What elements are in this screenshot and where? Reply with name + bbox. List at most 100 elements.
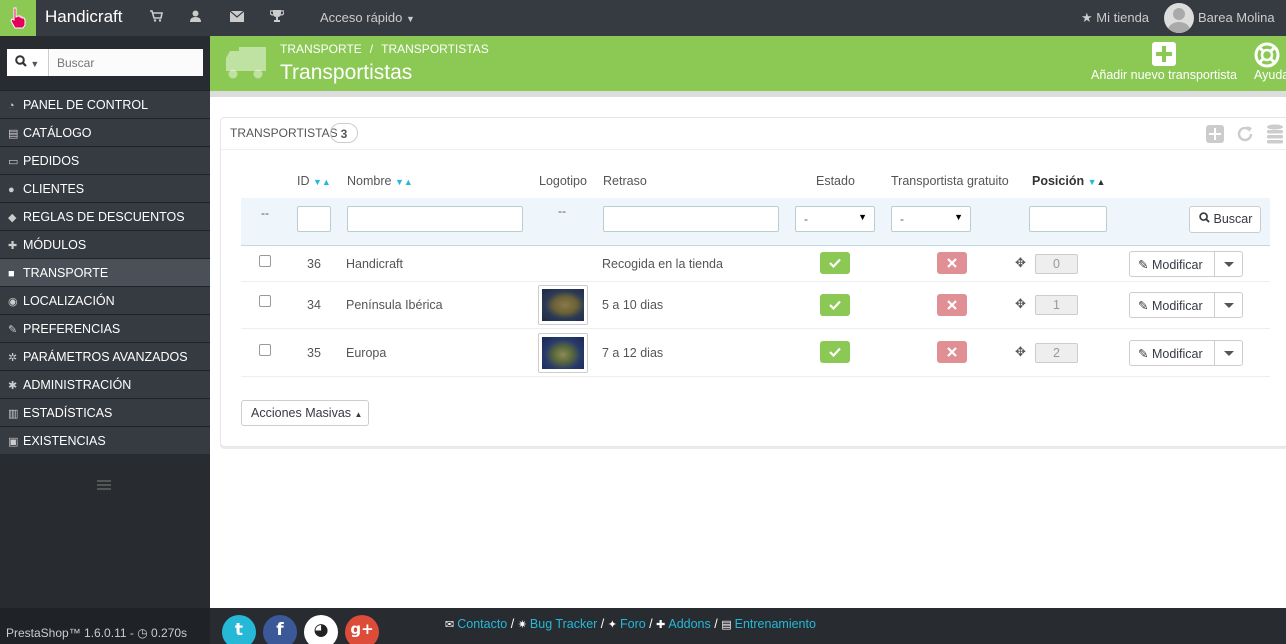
filter-status-select[interactable]: - ▼ xyxy=(795,206,875,232)
user-icon[interactable] xyxy=(190,10,201,25)
bug-icon: ✷ xyxy=(517,619,527,631)
collapse-menu-icon[interactable] xyxy=(97,480,111,490)
training-link[interactable]: Entrenamiento xyxy=(735,617,816,631)
sort-asc-icon[interactable]: ▲ xyxy=(1097,177,1106,187)
free-shipping-toggle[interactable] xyxy=(937,294,967,316)
col-header-logo: Logotipo xyxy=(539,174,587,188)
refresh-icon[interactable] xyxy=(1236,123,1262,145)
sidebar-item-cart-rules[interactable]: ◆ REGLAS DE DESCUENTOS xyxy=(0,202,210,230)
row-checkbox[interactable] xyxy=(259,295,271,307)
drag-move-icon[interactable]: ✥ xyxy=(1015,344,1026,360)
avatar[interactable] xyxy=(1164,3,1194,33)
sort-icon[interactable]: ▼▲ xyxy=(395,177,413,187)
search-input[interactable] xyxy=(50,49,203,76)
forum-link[interactable]: Foro xyxy=(620,617,646,631)
bulk-actions-button[interactable]: Acciones Masivas ▲ xyxy=(241,400,369,426)
edit-button[interactable]: ✎ Modificar xyxy=(1129,292,1215,318)
version-text: PrestaShop™ 1.6.0.11 - xyxy=(6,626,138,640)
col-header-delay: Retraso xyxy=(603,174,647,188)
col-header-free: Transportista gratuito xyxy=(891,174,1009,188)
book-icon: ▤ xyxy=(8,128,19,140)
globe-icon: ◉ xyxy=(8,296,18,308)
sidebar-item-localization[interactable]: ◉ LOCALIZACIÓN xyxy=(0,286,210,314)
edit-button[interactable]: ✎ Modificar xyxy=(1129,340,1215,366)
addons-link[interactable]: Addons xyxy=(668,617,710,631)
twitter-icon[interactable]: t xyxy=(222,615,256,644)
sort-desc-icon[interactable]: ▼ xyxy=(1088,177,1097,187)
shop-name[interactable]: Handicraft xyxy=(45,7,122,27)
contact-link[interactable]: Contacto xyxy=(457,617,507,631)
carrier-name: Handicraft xyxy=(346,257,403,271)
search-button[interactable]: Buscar xyxy=(1189,206,1261,233)
table-row xyxy=(241,329,1270,377)
sidebar-item-advanced-parameters[interactable]: ✲ PARÁMETROS AVANZADOS xyxy=(0,342,210,370)
breadcrumb-item[interactable]: TRANSPORTISTAS xyxy=(381,42,489,56)
edit-button[interactable]: ✎ Modificar xyxy=(1129,251,1215,277)
sidebar-item-shipping[interactable]: ■ TRANSPORTE xyxy=(0,258,210,286)
google-plus-icon[interactable]: g+ xyxy=(345,615,379,644)
page-title: Transportistas xyxy=(280,61,413,84)
add-new-carrier-button[interactable]: Añadir nuevo transportista xyxy=(1089,42,1239,82)
check-icon xyxy=(829,258,841,268)
filter-id-input[interactable] xyxy=(297,206,331,232)
row-actions-dropdown[interactable] xyxy=(1214,340,1243,366)
trophy-icon[interactable] xyxy=(269,10,285,25)
sidebar-item-dashboard[interactable]: ◔ PANEL DE CONTROL xyxy=(0,90,210,118)
filter-delay-input[interactable] xyxy=(603,206,779,232)
free-shipping-toggle[interactable] xyxy=(937,341,967,363)
search-type-button[interactable]: ▼ xyxy=(7,49,49,76)
facebook-icon[interactable]: f xyxy=(263,615,297,644)
col-header-position[interactable]: Posición ▼▲ xyxy=(1032,174,1105,188)
status-enabled-toggle[interactable] xyxy=(820,341,850,363)
breadcrumb-item[interactable]: TRANSPORTE xyxy=(280,42,362,56)
add-icon[interactable] xyxy=(1206,123,1232,145)
status-enabled-toggle[interactable] xyxy=(820,294,850,316)
sidebar-item-label: LOCALIZACIÓN xyxy=(23,294,115,308)
free-shipping-toggle[interactable] xyxy=(937,252,967,274)
sidebar-item-administration[interactable]: ✱ ADMINISTRACIÓN xyxy=(0,370,210,398)
row-actions-dropdown[interactable] xyxy=(1214,251,1243,277)
col-header-id[interactable]: ID ▼▲ xyxy=(297,174,331,188)
sidebar-item-orders[interactable]: ▭ PEDIDOS xyxy=(0,146,210,174)
filter-position-input[interactable] xyxy=(1029,206,1107,232)
hand-pointer-icon xyxy=(10,7,26,29)
filter-free-select[interactable]: - ▼ xyxy=(891,206,971,232)
envelope-icon[interactable] xyxy=(229,10,245,25)
bug-tracker-link[interactable]: Bug Tracker xyxy=(530,617,597,631)
search-button-label: Buscar xyxy=(1213,212,1253,226)
sidebar-item-preferences[interactable]: ✎ PREFERENCIAS xyxy=(0,314,210,342)
row-checkbox[interactable] xyxy=(259,344,271,356)
row-checkbox[interactable] xyxy=(259,255,271,267)
drag-move-icon[interactable]: ✥ xyxy=(1015,296,1026,312)
drag-move-icon[interactable]: ✥ xyxy=(1015,255,1026,271)
check-icon xyxy=(829,347,841,357)
check-icon xyxy=(829,300,841,310)
col-header-name[interactable]: Nombre ▼▲ xyxy=(347,174,413,188)
footer: PrestaShop™ 1.6.0.11 - ◷ 0.270s t f ◕ g+… xyxy=(0,608,1286,644)
edit-button-group: ✎ Modificar xyxy=(1129,340,1243,366)
sidebar-search: ▼ xyxy=(7,49,203,76)
sidebar-item-label: PREFERENCIAS xyxy=(23,322,121,336)
caret-up-icon: ▲ xyxy=(354,410,363,419)
filter-name-input[interactable] xyxy=(347,206,523,232)
sidebar-item-catalog[interactable]: ▤ CATÁLOGO xyxy=(0,118,210,146)
quick-access-dropdown[interactable]: Acceso rápido ▼ xyxy=(320,10,415,25)
sort-icon[interactable]: ▼▲ xyxy=(313,177,331,187)
help-button[interactable]: Ayuda xyxy=(1254,42,1286,82)
bar-chart-icon: ▥ xyxy=(8,408,19,420)
github-icon[interactable]: ◕ xyxy=(304,615,338,644)
database-icon[interactable] xyxy=(1266,123,1286,145)
sidebar-item-customers[interactable]: ● CLIENTES xyxy=(0,174,210,202)
cart-icon[interactable] xyxy=(150,10,163,25)
sidebar-item-stock[interactable]: ▣ EXISTENCIAS xyxy=(0,426,210,454)
employee-name[interactable]: Barea Molina xyxy=(1198,10,1275,25)
sidebar-item-stats[interactable]: ▥ ESTADÍSTICAS xyxy=(0,398,210,426)
edit-button-group: ✎ Modificar xyxy=(1129,251,1243,277)
my-store-link[interactable]: ★ Mi tienda xyxy=(1081,10,1149,26)
row-actions-dropdown[interactable] xyxy=(1214,292,1243,318)
status-enabled-toggle[interactable] xyxy=(820,252,850,274)
sidebar-item-modules[interactable]: ✚ MÓDULOS xyxy=(0,230,210,258)
carrier-id: 36 xyxy=(307,257,321,271)
caret-down-icon: ▼ xyxy=(858,212,867,222)
prestashop-logo[interactable] xyxy=(0,0,36,36)
